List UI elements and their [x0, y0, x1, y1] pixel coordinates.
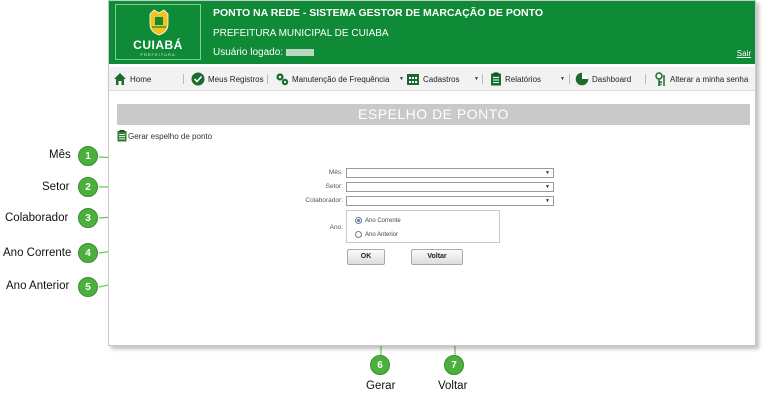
logo-sub-text: PREFEITURA — [140, 52, 176, 57]
callout-label-voltar: Voltar — [438, 380, 468, 392]
home-icon — [114, 73, 126, 85]
app-window: CUIABÁ PREFEITURA PONTO NA REDE - SISTEM… — [108, 0, 756, 346]
ano-corrente-label: Ano Corrente — [365, 217, 401, 224]
clipboard-icon — [491, 72, 501, 86]
setor-label: Setor: — [325, 183, 343, 190]
nav-divider — [645, 74, 646, 84]
blurred-username — [286, 48, 315, 56]
pie-chart-icon — [575, 72, 589, 86]
app-header: CUIABÁ PREFEITURA PONTO NA REDE - SISTEM… — [109, 1, 755, 64]
nav-divider — [569, 74, 570, 84]
nav-manutencao-label: Manutenção de Frequência — [292, 74, 390, 84]
nav-manutencao[interactable]: Manutenção de Frequência — [275, 71, 389, 87]
chevron-down-icon: ▼ — [399, 76, 404, 82]
callout-6: 6 — [370, 355, 390, 375]
nav-divider — [482, 74, 483, 84]
setor-select[interactable]: ▼ — [346, 182, 554, 192]
calendar-icon — [407, 74, 419, 85]
chevron-down-icon: ▼ — [545, 198, 550, 204]
nav-cadastros[interactable]: Cadastros — [406, 71, 459, 87]
voltar-button[interactable]: Voltar — [411, 249, 463, 265]
nav-home-label: Home — [130, 74, 152, 84]
nav-cadastros-label: Cadastros — [423, 74, 460, 84]
callout-7: 7 — [444, 355, 464, 375]
key-icon — [655, 71, 665, 86]
callout-2: 2 — [78, 177, 98, 197]
logo-city-text: CUIABÁ — [133, 38, 183, 52]
callout-label-gerar: Gerar — [366, 380, 396, 392]
ano-anterior-label: Ano Anterior — [365, 231, 399, 238]
ano-radio-group: Ano Corrente Ano Anterior — [346, 210, 500, 243]
ok-button[interactable]: OK — [347, 249, 385, 265]
clipboard-icon — [117, 130, 127, 142]
generate-report-label: Gerar espelho de ponto — [128, 131, 213, 141]
nav-dashboard[interactable]: Dashboard — [575, 71, 631, 87]
ano-corrente-radio[interactable] — [355, 217, 362, 224]
callout-label-ano-corrente: Ano Corrente — [3, 247, 72, 259]
mes-label: Mês: — [328, 169, 343, 176]
nav-relatorios-label: Relatórios — [505, 74, 542, 84]
ano-anterior-radio[interactable] — [355, 231, 362, 238]
cuiaba-logo: CUIABÁ PREFEITURA — [115, 4, 201, 60]
page-title: ESPELHO DE PONTO — [117, 104, 750, 125]
colaborador-select[interactable]: ▼ — [346, 196, 554, 206]
nav-dashboard-label: Dashboard — [592, 74, 632, 84]
nav-meus-registros-label: Meus Registros — [208, 74, 264, 84]
generate-report-link[interactable]: Gerar espelho de ponto — [117, 130, 212, 142]
system-subtitle: PREFEITURA MUNICIPAL DE CUIABA — [213, 28, 389, 39]
mes-select[interactable]: ▼ — [346, 168, 554, 178]
nav-divider — [267, 74, 268, 84]
nav-divider — [183, 74, 184, 84]
system-title: PONTO NA REDE - SISTEMA GESTOR DE MARCAÇ… — [213, 7, 544, 19]
chevron-down-icon: ▼ — [560, 76, 565, 82]
ano-anterior-option[interactable]: Ano Anterior — [355, 231, 398, 238]
nav-alterar-senha[interactable]: Alterar a minha senha — [655, 71, 748, 87]
callout-3: 3 — [78, 208, 98, 228]
callout-label-ano-anterior: Ano Anterior — [6, 280, 70, 292]
crest-icon — [149, 9, 169, 36]
chevron-down-icon: ▼ — [474, 76, 479, 82]
colaborador-label: Colaborador: — [305, 197, 343, 204]
callout-4: 4 — [78, 243, 98, 263]
main-nav: Home Meus Registros Manutenção de Frequê… — [109, 67, 755, 91]
ano-corrente-option[interactable]: Ano Corrente — [355, 217, 401, 224]
ano-label: Ano: — [329, 224, 343, 231]
nav-relatorios[interactable]: Relatórios — [490, 71, 541, 87]
checkmark-icon — [191, 72, 205, 86]
gears-icon — [276, 73, 289, 86]
callout-label-mes: Mês — [49, 149, 71, 161]
chevron-down-icon: ▼ — [545, 184, 550, 190]
callout-label-colaborador: Colaborador — [5, 212, 69, 224]
logged-user: Usuário logado: — [213, 47, 315, 58]
callout-1: 1 — [78, 146, 98, 166]
chevron-down-icon: ▼ — [545, 170, 550, 176]
nav-home[interactable]: Home — [113, 71, 151, 87]
callout-5: 5 — [78, 277, 98, 297]
nav-alterar-senha-label: Alterar a minha senha — [670, 74, 749, 84]
logout-link[interactable]: Sair — [737, 49, 751, 58]
nav-meus-registros[interactable]: Meus Registros — [191, 71, 264, 87]
logged-user-label: Usuário logado: — [213, 47, 284, 58]
callout-label-setor: Setor — [42, 181, 70, 193]
